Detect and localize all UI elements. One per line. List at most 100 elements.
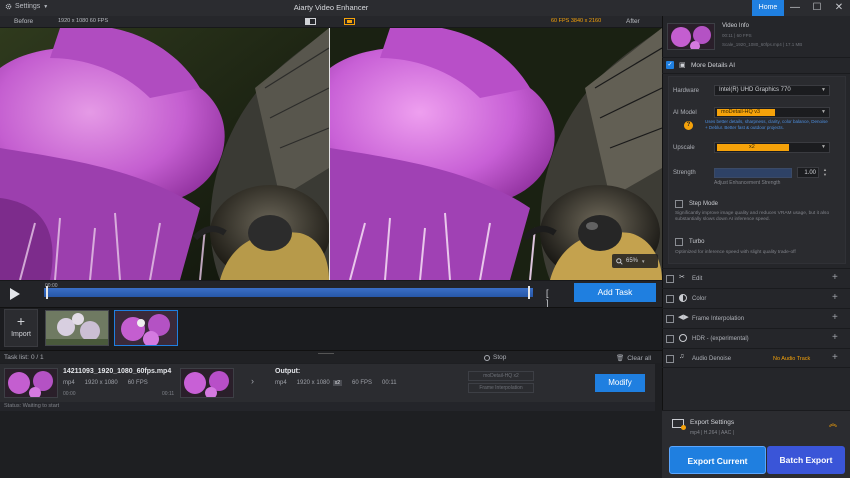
strength-input[interactable]: 1.00 — [797, 167, 819, 178]
task-file-name: 14211093_1920_1080_60fps.mp4 — [63, 368, 172, 375]
audio-denoise-checkbox[interactable] — [666, 355, 674, 363]
after-meta: 60 FPS 3840 x 2160 — [551, 18, 602, 24]
task-row[interactable]: 14211093_1920_1080_60fps.mp4 mp4 1920 x … — [0, 364, 655, 402]
stop-button[interactable]: Stop — [484, 354, 506, 361]
source-fps: 60 FPS — [127, 380, 148, 386]
help-icon[interactable]: ? — [684, 121, 693, 130]
close-button[interactable]: ✕ — [828, 0, 850, 16]
edit-icon: ✂ — [679, 274, 685, 281]
hardware-value: Intel(R) UHD Graphics 770 — [719, 87, 791, 93]
clear-all-button[interactable]: 🗑 Clear all — [616, 354, 652, 363]
hardware-select[interactable]: Intel(R) UHD Graphics 770 ▼ — [714, 85, 830, 96]
hardware-label: Hardware — [673, 88, 700, 94]
output-format: mp4 — [275, 380, 287, 386]
maximize-button[interactable]: ☐ — [806, 0, 828, 16]
task-output-meta: mp4 1920 x 1080 x2 60 FPS 00:11 — [275, 380, 397, 386]
frame-interpolation-checkbox[interactable] — [666, 315, 674, 323]
preview-area: 65% ▼ — [0, 28, 662, 280]
turbo-checkbox[interactable] — [675, 238, 683, 246]
strength-stepper[interactable]: ▲ ▼ — [821, 167, 829, 178]
strength-caption: Adjust Enhancement Strength — [714, 180, 781, 186]
edit-checkbox[interactable] — [666, 275, 674, 283]
timeline-start-handle[interactable] — [46, 286, 48, 299]
chevron-down-icon: ▼ — [821, 109, 826, 115]
export-current-button[interactable]: Export Current — [669, 446, 766, 474]
before-meta: 1920 x 1080 60 FPS — [58, 18, 109, 24]
turbo-description: Optimized for inference speed with sligh… — [675, 250, 796, 255]
play-icon[interactable] — [9, 287, 21, 301]
plus-icon[interactable]: + — [832, 312, 838, 323]
feature-row-color[interactable]: Color + — [662, 288, 850, 308]
side-by-side-icon[interactable] — [344, 18, 355, 25]
output-duration: 00:11 — [382, 380, 397, 386]
video-info-thumbnail — [667, 23, 715, 50]
import-button[interactable]: + Import — [4, 309, 38, 347]
title-bar: Settings ▼ Aiarty Video Enhancer — [0, 0, 850, 16]
home-button[interactable]: Home — [752, 0, 784, 16]
task-status-bar: Status: Waiting to start — [0, 402, 655, 411]
more-details-checkbox[interactable]: ✓ — [666, 61, 674, 69]
batch-export-button[interactable]: Batch Export — [767, 446, 845, 474]
task-source-thumbnail — [4, 368, 58, 398]
divider — [662, 57, 850, 58]
chevron-up-icon[interactable]: ︽ — [829, 418, 837, 429]
chevron-down-icon: ▼ — [821, 144, 826, 150]
video-info-title: Video Info — [722, 23, 749, 29]
split-view-icon[interactable] — [305, 18, 316, 25]
feature-row-hdr[interactable]: HDR - (experimental) + — [662, 328, 850, 348]
chevron-down-icon: ▼ — [641, 258, 646, 264]
media-thumbnail-selected[interactable] — [114, 310, 178, 346]
split-divider[interactable] — [329, 28, 330, 280]
export-settings-label[interactable]: Export Settings — [690, 419, 734, 426]
media-thumbnail[interactable] — [45, 310, 109, 346]
more-details-label: More Details AI — [691, 62, 736, 69]
audio-icon: ♫ — [679, 353, 685, 360]
zoom-value: 65% — [626, 258, 639, 264]
export-meta: mp4 | H.264 | AAC | — [690, 430, 734, 436]
upscale-label: Upscale — [673, 145, 695, 151]
task-list-header: Task list: 0 / 1 Stop 🗑 Clear all — [0, 350, 662, 363]
strength-slider[interactable] — [714, 168, 792, 178]
source-start-time: 00:00 — [63, 391, 76, 397]
plus-icon[interactable]: + — [832, 272, 838, 283]
minimize-button[interactable]: — — [784, 0, 806, 16]
trash-icon: 🗑 — [616, 355, 625, 362]
add-task-button[interactable]: Add Task — [574, 283, 656, 302]
plus-icon[interactable]: + — [832, 352, 838, 363]
step-mode-description: Significantly improve image quality and … — [675, 211, 830, 222]
timeline-track[interactable] — [44, 288, 533, 297]
clear-all-label: Clear all — [627, 354, 652, 362]
magnifier-icon — [616, 257, 623, 265]
output-fps: 60 FPS — [351, 380, 372, 386]
hdr-icon — [679, 334, 687, 342]
ai-model-select[interactable]: moDetail-HQ v3 ▼ — [714, 107, 830, 118]
turbo-label: Turbo — [689, 239, 705, 245]
plus-icon: + — [16, 313, 26, 329]
output-interp-tag: Frame Interpolation — [468, 383, 534, 393]
plus-icon[interactable]: + — [832, 332, 838, 343]
feature-row-frame-interpolation[interactable]: ◀▶ Frame Interpolation + — [662, 308, 850, 328]
output-label: Output: — [275, 368, 301, 375]
feature-row-edit[interactable]: ✂ Edit + — [662, 268, 850, 288]
ai-chip-icon: ▣ — [679, 62, 686, 69]
panel-collapse-handle[interactable] — [318, 351, 334, 354]
audio-denoise-status: No Audio Track — [773, 356, 811, 362]
ai-model-description: Uses better details, sharpness, clarity,… — [705, 119, 828, 130]
color-checkbox[interactable] — [666, 295, 674, 303]
color-label: Color — [692, 296, 707, 302]
app-title: Aiarty Video Enhancer — [293, 3, 369, 12]
hdr-checkbox[interactable] — [666, 335, 674, 343]
edit-label: Edit — [692, 276, 703, 282]
step-mode-checkbox[interactable] — [675, 200, 683, 208]
stop-icon — [484, 354, 490, 361]
trim-brackets-icon[interactable]: [ ] — [546, 288, 562, 308]
modify-button[interactable]: Modify — [595, 374, 645, 392]
upscale-select[interactable]: x2 ▼ — [714, 142, 830, 153]
timeline-end-handle[interactable] — [528, 286, 530, 299]
export-settings-icon — [672, 419, 686, 430]
upscale-value: x2 — [749, 144, 755, 150]
plus-icon[interactable]: + — [832, 292, 838, 303]
frame-interpolation-icon: ◀▶ — [678, 314, 689, 321]
zoom-control[interactable]: 65% ▼ — [612, 254, 658, 268]
feature-row-audio-denoise[interactable]: ♫ Audio Denoise No Audio Track + — [662, 348, 850, 368]
